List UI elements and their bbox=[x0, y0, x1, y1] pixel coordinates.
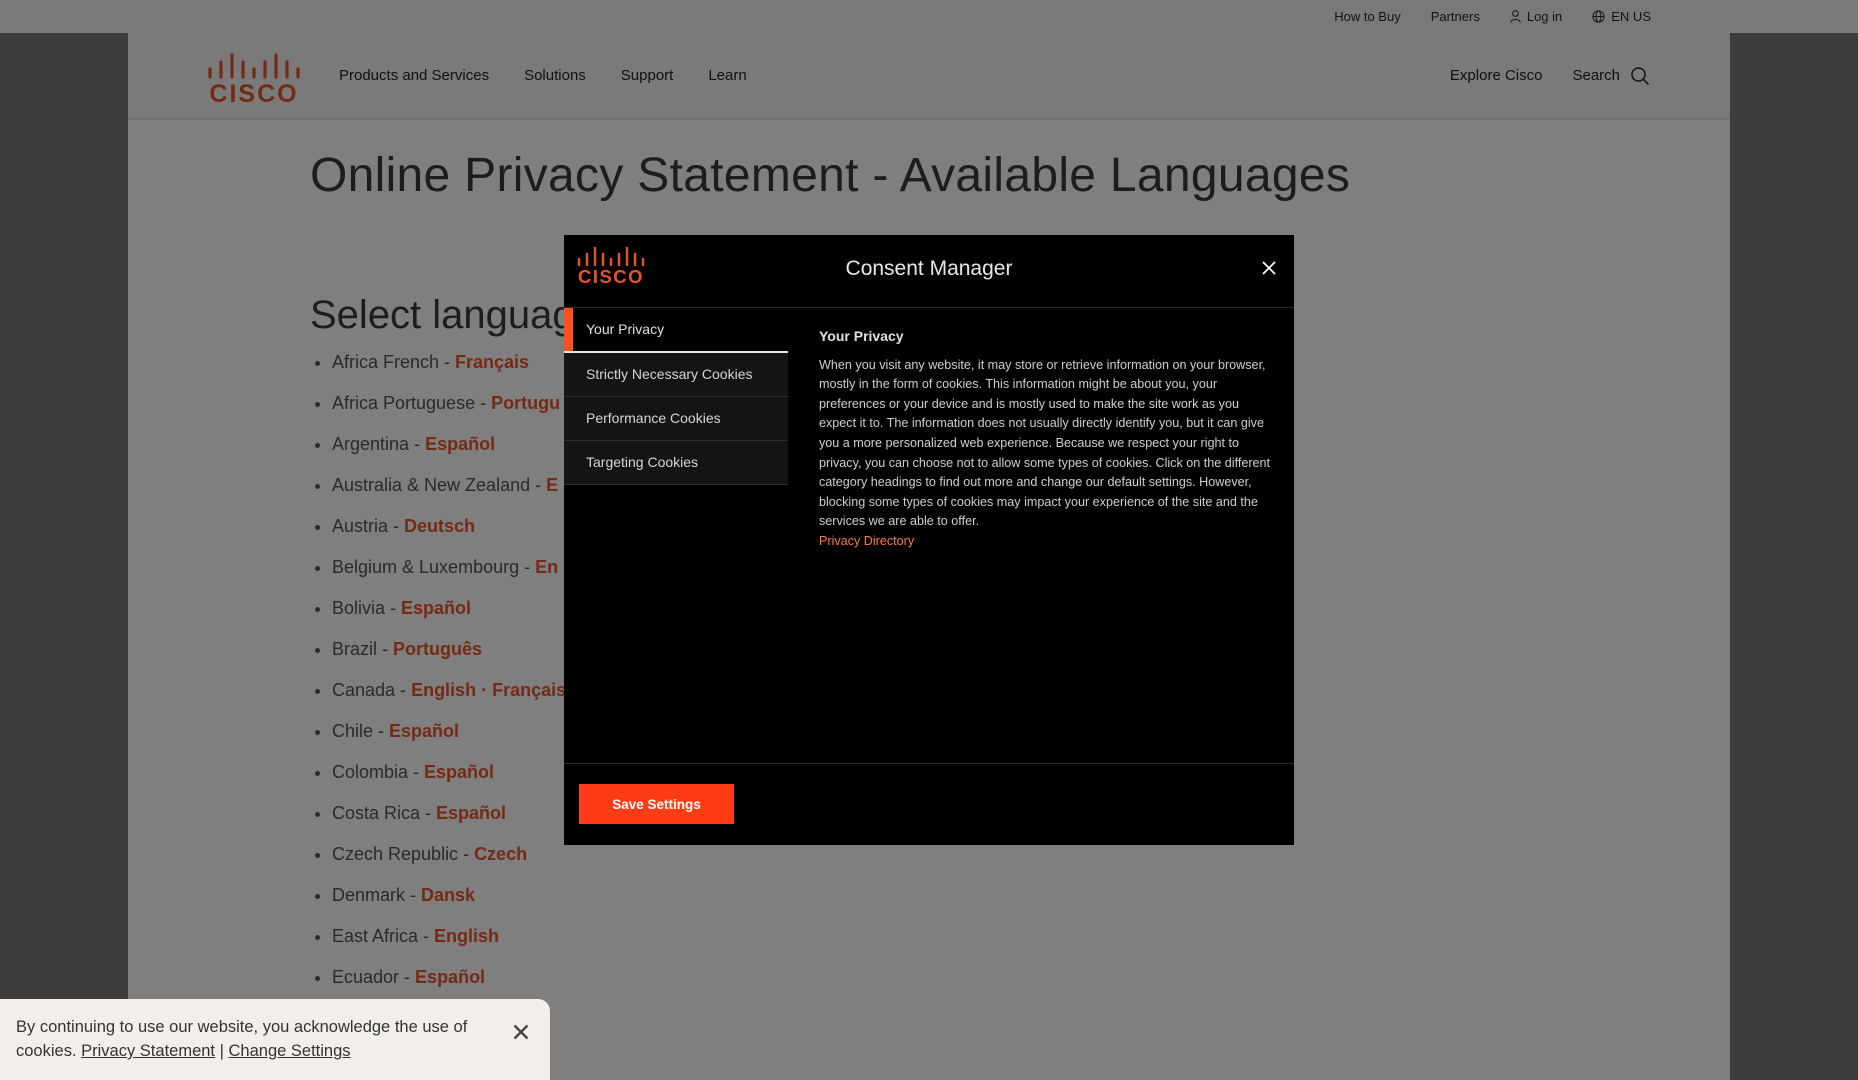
close-icon bbox=[513, 1024, 529, 1040]
close-button[interactable] bbox=[1258, 257, 1280, 279]
privacy-statement-link[interactable]: Privacy Statement bbox=[81, 1042, 215, 1060]
modal-title: Consent Manager bbox=[845, 257, 1013, 280]
tab-your-privacy[interactable]: Your Privacy bbox=[564, 308, 788, 353]
link-separator: | bbox=[219, 1042, 224, 1060]
consent-tabs: Your Privacy Strictly Necessary Cookies … bbox=[564, 308, 788, 485]
consent-panel: Your Privacy When you visit any website,… bbox=[819, 327, 1274, 552]
consent-manager-dialog: CISCO Consent Manager Your Privacy Stric… bbox=[564, 235, 1294, 845]
cookie-notice-text: By continuing to use our website, you ac… bbox=[16, 1015, 486, 1063]
modal-header: CISCO Consent Manager bbox=[564, 235, 1294, 308]
cookie-close-button[interactable] bbox=[510, 1021, 532, 1043]
privacy-directory-link[interactable]: Privacy Directory bbox=[819, 534, 914, 548]
panel-body: When you visit any website, it may store… bbox=[819, 357, 1271, 529]
change-settings-link[interactable]: Change Settings bbox=[229, 1042, 351, 1060]
cookie-notice: By continuing to use our website, you ac… bbox=[0, 999, 550, 1080]
tab-performance-cookies[interactable]: Performance Cookies bbox=[564, 397, 788, 441]
close-icon bbox=[1262, 261, 1276, 275]
tab-targeting-cookies[interactable]: Targeting Cookies bbox=[564, 441, 788, 485]
save-settings-button[interactable]: Save Settings bbox=[579, 784, 734, 824]
panel-heading: Your Privacy bbox=[819, 328, 904, 344]
tab-strictly-necessary-cookies[interactable]: Strictly Necessary Cookies bbox=[564, 353, 788, 397]
modal-footer: Save Settings bbox=[564, 763, 1294, 846]
